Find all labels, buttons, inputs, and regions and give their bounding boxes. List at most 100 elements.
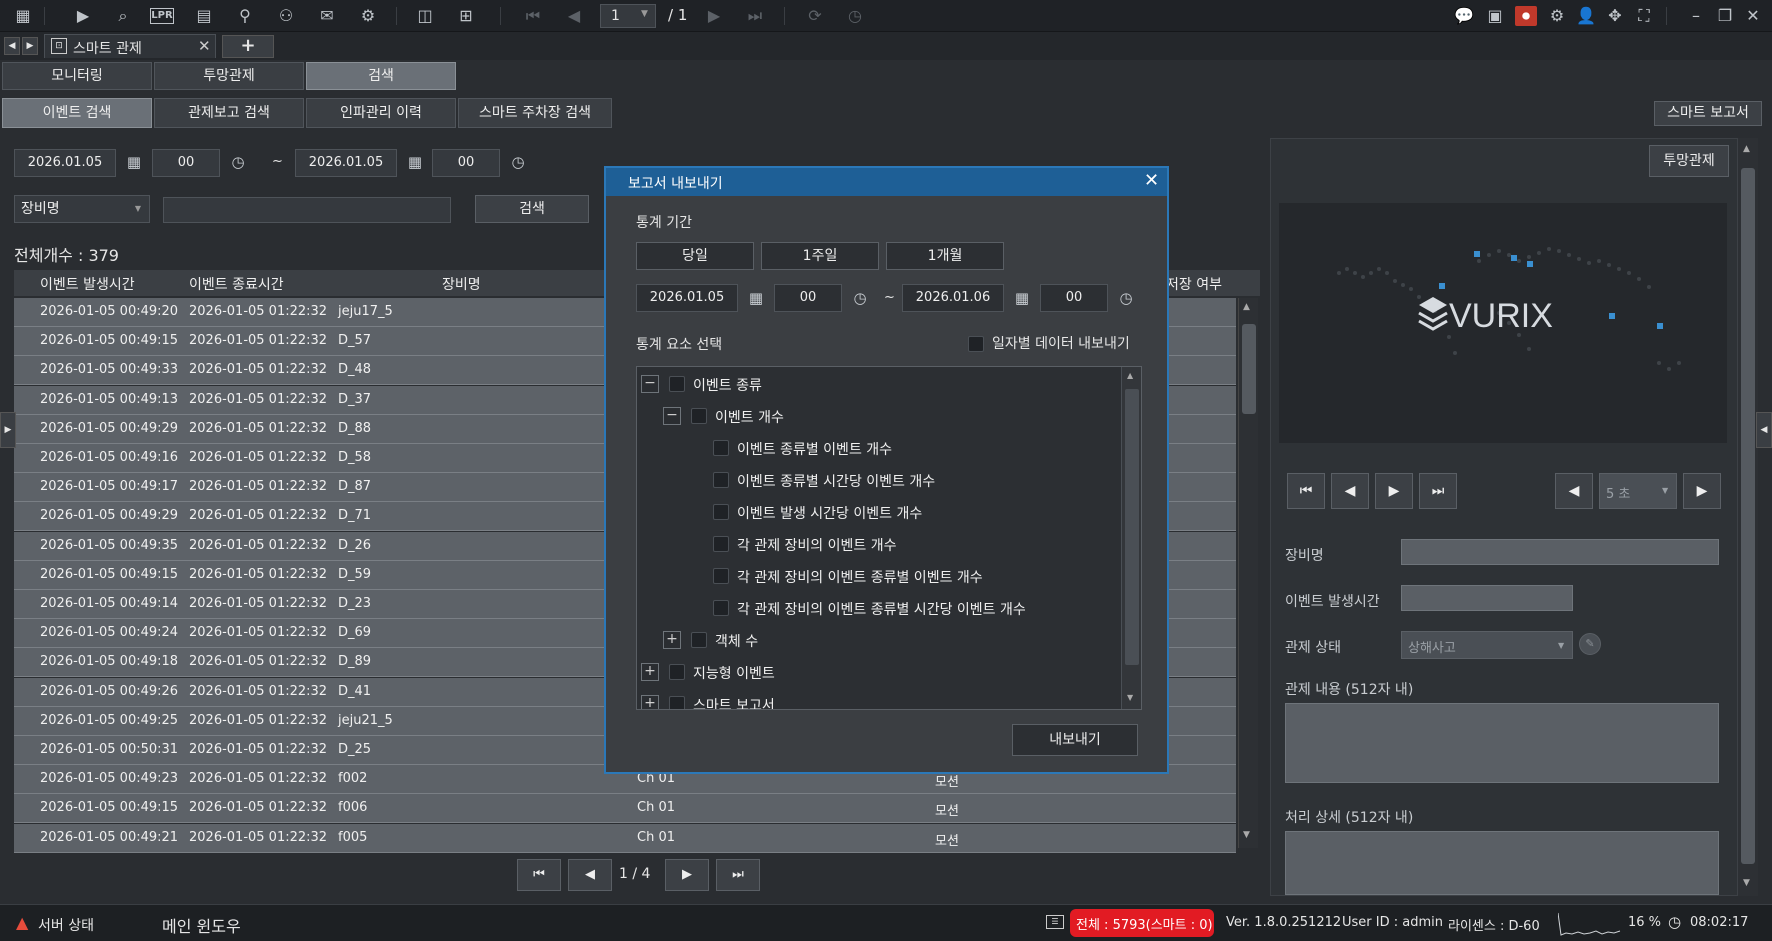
header-saved[interactable]: 저장 여부 [1166,274,1222,294]
bike-icon[interactable]: ⚇ [275,6,297,26]
tab-smart-control[interactable]: ⊡ 스마트 관제 ✕ [44,34,216,58]
calendar-icon[interactable]: ▦ [746,288,766,308]
step-forward-button[interactable]: ⏭ [1419,473,1457,509]
minimize-icon[interactable]: – [1685,6,1707,26]
search-button[interactable]: 검색 [475,195,589,223]
scroll-down-icon[interactable]: ▼ [1743,878,1750,888]
first-page-button[interactable]: ⏮ [517,859,561,891]
detail-textarea[interactable] [1285,831,1719,895]
close-icon[interactable]: ✕ [1742,6,1764,26]
table-row[interactable]: 2026-01-05 00:49:15 2026-01-05 01:22:32 f0… [14,794,1236,824]
play-button[interactable]: ▶ [1375,473,1413,509]
clock-icon[interactable]: ◷ [228,152,248,172]
expand-icon[interactable]: + [641,695,659,709]
calendar-icon[interactable]: ▦ [1012,288,1032,308]
speed-select[interactable]: 5 초 ▼ [1599,473,1677,509]
scroll-up-icon[interactable]: ▲ [1243,302,1250,312]
tab-report-search[interactable]: 관제보고 검색 [154,98,304,128]
net-control-button[interactable]: 투망관제 [1649,145,1729,177]
collapse-icon[interactable]: − [641,375,659,393]
scroll-thumb[interactable] [1741,168,1755,864]
dialog-start-date-input[interactable]: 2026.01.05 [636,284,738,312]
expand-icon[interactable]: + [641,663,659,681]
last-page-button[interactable]: ⏭ [716,859,760,891]
fullscreen-icon[interactable]: ⛶ [1633,6,1655,26]
user-icon[interactable]: 👤 [1575,6,1597,26]
scroll-up-icon[interactable]: ▲ [1743,144,1750,154]
tree-checkbox[interactable] [691,408,707,424]
tab-net-control[interactable]: 투망관제 [154,62,304,90]
tab-scroll-left-icon[interactable]: ◀ [4,37,20,55]
gear-icon[interactable]: ⚙ [1546,6,1568,26]
expand-icon[interactable]: + [663,631,681,649]
tab-event-search[interactable]: 이벤트 검색 [2,98,152,128]
last-page-icon[interactable]: ⏭ [744,6,766,26]
close-icon[interactable]: ✕ [1144,170,1159,191]
scroll-thumb[interactable] [1242,324,1256,414]
header-event-end[interactable]: 이벤트 종료시간 [189,274,284,294]
device-list-icon[interactable]: ▤ [193,6,215,26]
tree-checkbox[interactable] [713,472,729,488]
server-status[interactable]: 서버 상태 [38,915,94,935]
header-event-start[interactable]: 이벤트 발생시간 [40,274,135,294]
screen-add-icon[interactable]: ⊞ [455,6,477,26]
tree-checkbox[interactable] [669,664,685,680]
restore-icon[interactable]: ❐ [1714,6,1736,26]
tab-search[interactable]: 검색 [306,62,456,90]
device-name-field[interactable] [1401,539,1719,565]
next-page-button[interactable]: ▶ [665,859,709,891]
period-month-button[interactable]: 1개월 [886,242,1004,270]
calendar-icon[interactable]: ▦ [405,152,425,172]
add-tab-button[interactable]: + [222,35,274,58]
collapse-left-icon[interactable]: ▶ [0,412,16,448]
scroll-up-icon[interactable]: ▲ [1127,371,1133,380]
end-hour-input[interactable]: 00 [432,149,500,177]
scroll-thumb[interactable] [1125,389,1139,665]
tree-checkbox[interactable] [713,536,729,552]
total-event-badge[interactable]: 전체 : 5793(스마트 : 0) [1070,909,1214,937]
period-week-button[interactable]: 1주일 [761,242,879,270]
smart-report-button[interactable]: 스마트 보고서 [1654,101,1762,126]
panel-scrollbar[interactable]: ▲ ▼ [1738,138,1758,896]
tab-close-icon[interactable]: ✕ [198,37,211,55]
tab-smart-parking-search[interactable]: 스마트 주차장 검색 [458,98,612,128]
period-today-button[interactable]: 당일 [636,242,754,270]
calendar-icon[interactable]: ▦ [124,152,144,172]
device-type-select[interactable]: 장비명 ▼ [14,195,150,223]
daily-export-checkbox[interactable] [968,336,984,352]
tree-checkbox[interactable] [713,568,729,584]
clock-icon[interactable]: ◷ [1116,288,1136,308]
person-search-icon[interactable]: ⚲ [234,6,256,26]
clock-screen-icon[interactable]: ◷ [844,6,866,26]
settings-globe-icon[interactable]: ⚙ [357,6,379,26]
playback-icon[interactable]: ▶ [72,6,94,26]
move-icon[interactable]: ✥ [1604,6,1626,26]
message-icon[interactable]: 💬 [1453,6,1475,26]
start-date-input[interactable]: 2026.01.05 [14,149,116,177]
monitor-alert-icon[interactable]: ▣ [1484,6,1506,26]
tree-scrollbar[interactable]: ▲ ▼ [1121,367,1141,709]
scroll-down-icon[interactable]: ▼ [1127,693,1133,702]
tab-crowd-history[interactable]: 인파관리 이력 [306,98,456,128]
prev-page-button[interactable]: ◀ [568,859,612,891]
tree-checkbox[interactable] [713,440,729,456]
tree-checkbox[interactable] [691,632,707,648]
tree-checkbox[interactable] [669,376,685,392]
speed-down-button[interactable]: ◀ [1555,473,1593,509]
event-time-field[interactable] [1401,585,1573,611]
refresh-icon[interactable]: ⟳ [804,6,826,26]
alarm-icon[interactable]: ⏺ [1515,6,1537,26]
clock-icon[interactable]: ◷ [850,288,870,308]
step-back-button[interactable]: ⏮ [1287,473,1325,509]
end-date-input[interactable]: 2026.01.05 [295,149,397,177]
control-status-select[interactable]: 상해사고 ▼ [1401,631,1573,659]
export-button[interactable]: 내보내기 [1012,724,1138,756]
speed-up-button[interactable]: ▶ [1683,473,1721,509]
dialog-start-hour-input[interactable]: 00 [774,284,842,312]
tab-scroll-right-icon[interactable]: ▶ [22,37,38,55]
page-select[interactable]: 1 ▼ [600,4,656,28]
edit-status-icon[interactable]: ✎ [1579,633,1601,655]
collapse-right-icon[interactable]: ◀ [1756,412,1772,448]
scroll-down-icon[interactable]: ▼ [1243,830,1250,840]
tab-monitoring[interactable]: 모니터링 [2,62,152,90]
